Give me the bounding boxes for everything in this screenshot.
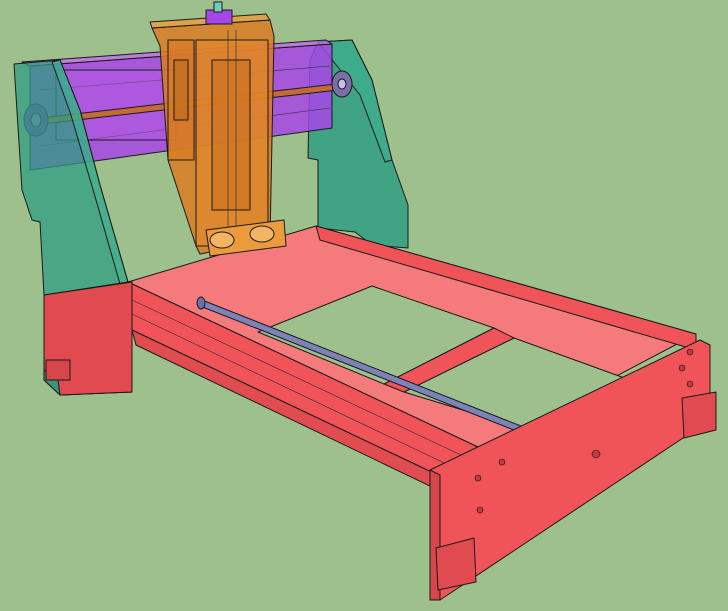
cnc-router-model-view: [0, 0, 728, 611]
right-bearing-mount: [331, 70, 353, 98]
rear-end-plate: [43, 281, 133, 396]
cnc-router-drawing: [0, 0, 728, 611]
